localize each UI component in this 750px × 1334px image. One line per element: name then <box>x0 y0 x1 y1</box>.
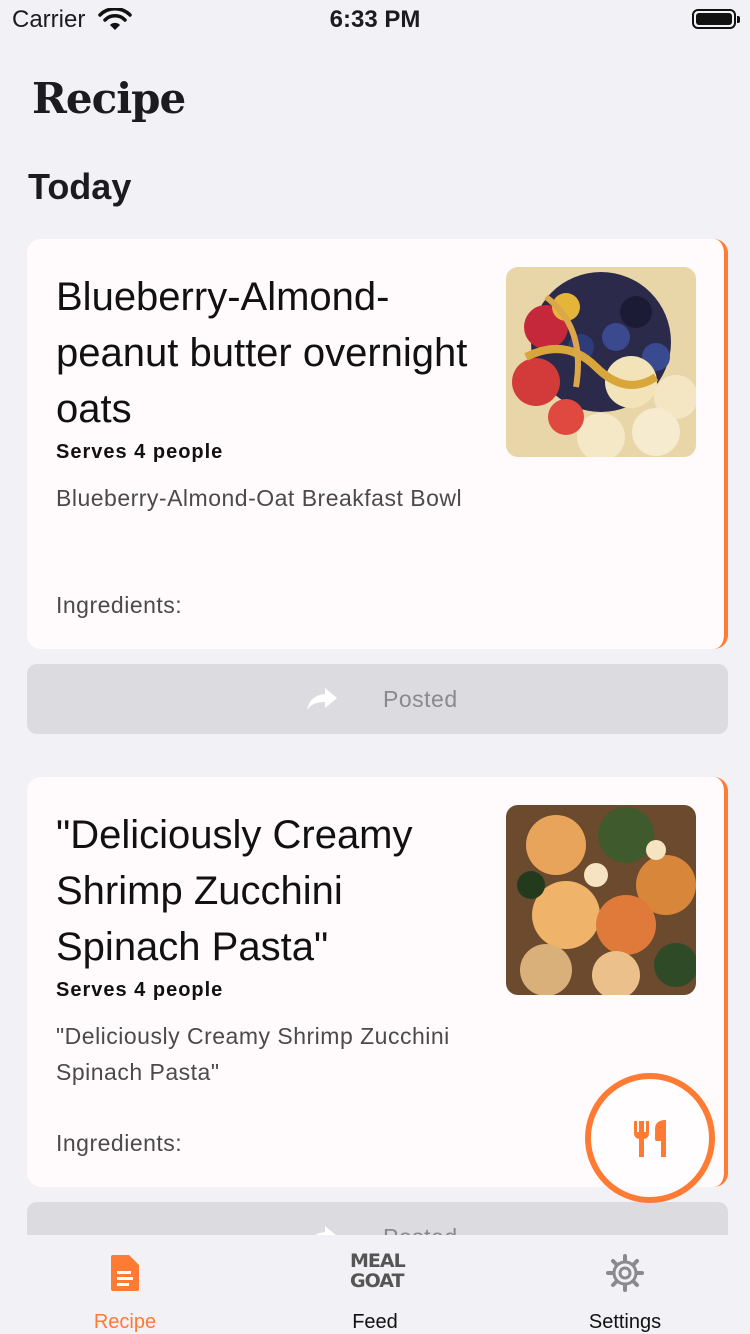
share-icon <box>307 688 337 710</box>
recipe-ingredients-label: Ingredients: <box>56 592 183 618</box>
recipe-description: Blueberry-Almond-Oat Breakfast Bowl <box>56 485 463 511</box>
tab-bar: Recipe MEAL GOAT Feed Settings <box>0 1235 750 1333</box>
recipe-title: Blueberry-Almond-peanut butter overnight… <box>56 275 468 431</box>
app-title: Recipe <box>32 74 186 123</box>
recipe-description: "Deliciously Creamy Shrimp Zucchini Spin… <box>56 1023 450 1085</box>
gear-icon <box>606 1254 644 1292</box>
recipe-image <box>506 805 696 995</box>
recipe-title: "Deliciously Creamy Shrimp Zucchini Spin… <box>56 813 413 969</box>
tab-recipe[interactable]: Recipe <box>0 1235 250 1333</box>
add-meal-fab[interactable] <box>585 1073 715 1203</box>
recipe-ingredients-label: Ingredients: <box>56 1130 183 1156</box>
recipe-serves: Serves 4 people <box>56 979 224 1001</box>
tab-feed[interactable]: MEAL GOAT Feed <box>250 1235 500 1333</box>
tab-label: Settings <box>588 1311 662 1333</box>
meal-goat-logo: MEAL GOAT <box>350 1250 406 1292</box>
posted-label: Posted <box>383 686 458 712</box>
battery-icon <box>692 9 740 29</box>
clock: 6:33 PM <box>329 6 421 33</box>
tab-settings[interactable]: Settings <box>500 1235 750 1333</box>
recipe-card[interactable]: Blueberry-Almond-peanut butter overnight… <box>27 239 728 649</box>
document-icon <box>111 1255 139 1291</box>
recipe-serves: Serves 4 people <box>56 441 224 463</box>
tab-label: Feed <box>352 1311 398 1333</box>
recipe-image <box>506 267 696 457</box>
section-title-today: Today <box>28 166 132 207</box>
status-bar: Carrier 6:33 PM <box>0 0 750 40</box>
fork-knife-icon <box>634 1120 666 1157</box>
posted-button[interactable]: Posted <box>27 664 728 734</box>
tab-label: Recipe <box>93 1311 157 1333</box>
